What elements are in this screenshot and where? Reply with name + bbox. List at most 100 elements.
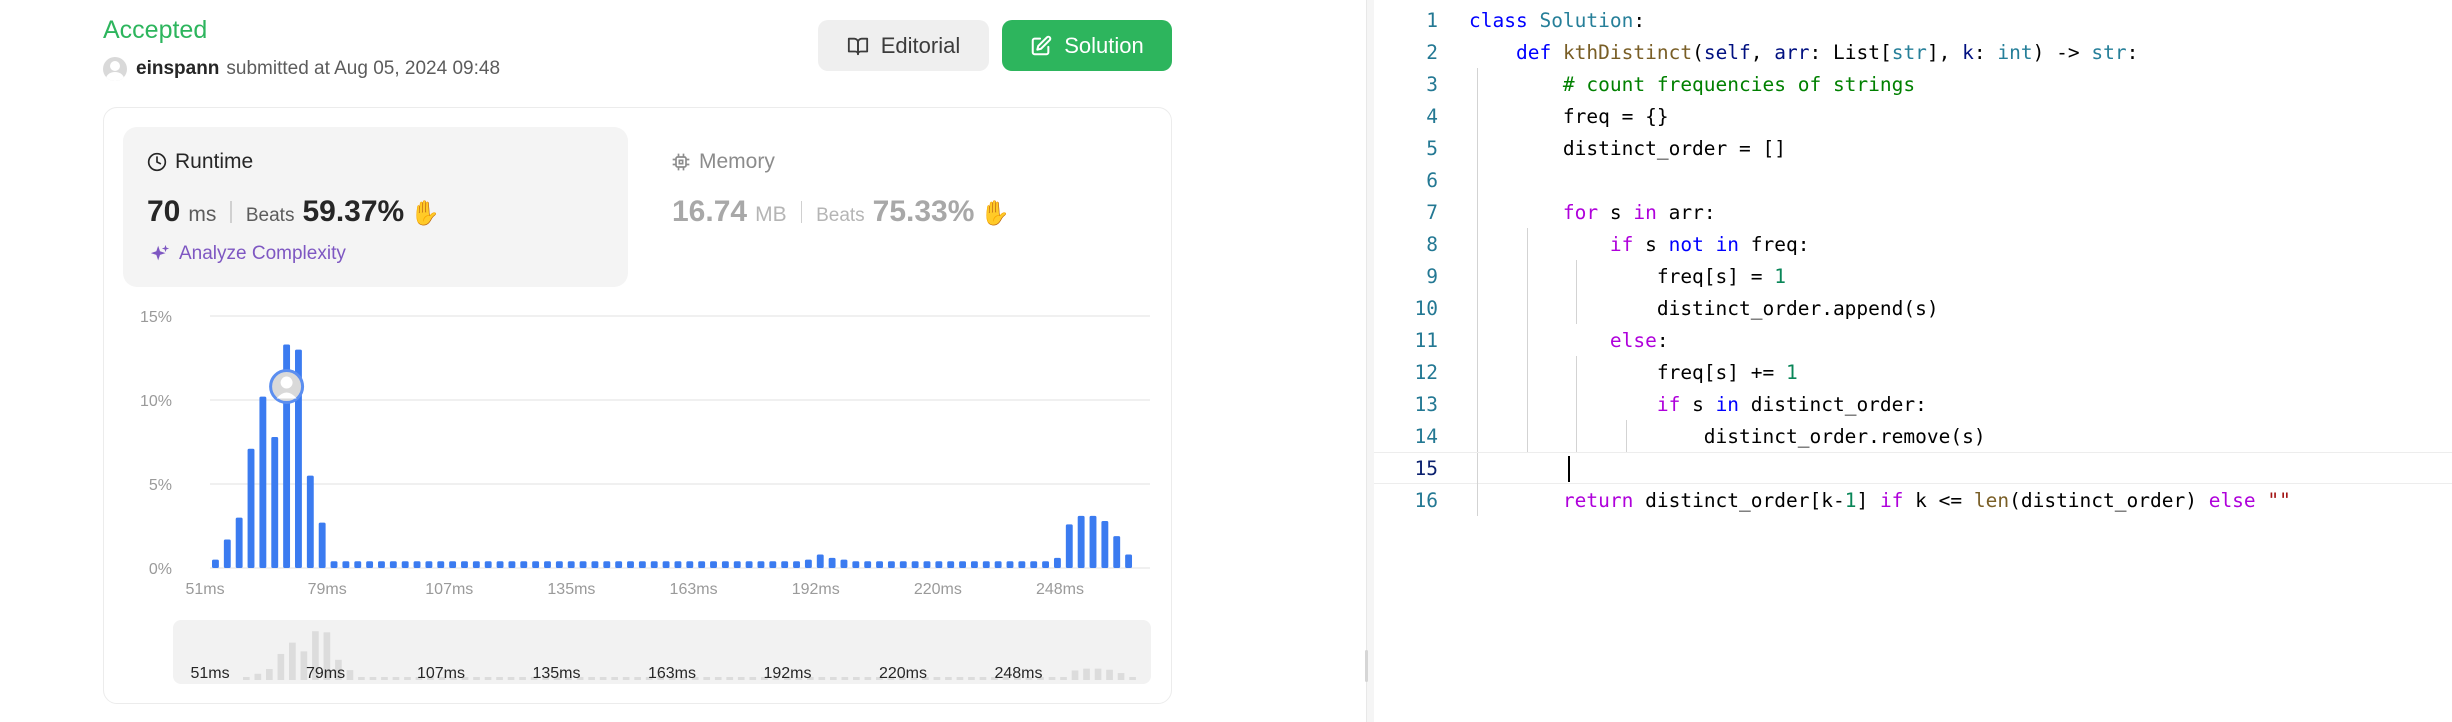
y-tick-label: 0% [149, 561, 172, 578]
code-text: freq[s] += 1 [1469, 361, 1798, 384]
minimap-bar [266, 669, 273, 680]
code-text: if s not in freq: [1469, 233, 1810, 256]
analyze-complexity-link[interactable]: Analyze Complexity [149, 243, 346, 265]
histogram-bar [864, 561, 872, 568]
code-token: ) -> [2032, 40, 2092, 64]
histogram-bar [603, 561, 611, 568]
book-icon [847, 37, 868, 55]
editorial-label: Editorial [880, 32, 961, 58]
histogram-bar [366, 561, 374, 568]
histogram-bar [567, 561, 575, 568]
code-line[interactable]: 11 else: [1374, 324, 2452, 356]
code-text: return distinct_order[k-1] if k <= len(d… [1469, 489, 2291, 512]
code-token: k [1962, 40, 1974, 64]
minimap-bar [829, 677, 837, 680]
minimap-bar [864, 677, 872, 680]
histogram-bar [698, 561, 706, 568]
histogram-bar [638, 561, 646, 568]
histogram-bar [579, 561, 587, 568]
avatar[interactable] [103, 57, 127, 81]
histogram-bar [1042, 561, 1050, 568]
chart-range-slider[interactable]: 51ms 79ms 107ms 135ms 163ms 192ms 220ms 248ms [173, 620, 1151, 684]
code-line[interactable]: 10 distinct_order.append(s) [1374, 292, 2452, 324]
minimap-bar [956, 677, 964, 680]
solution-button[interactable]: Solution [1002, 20, 1172, 71]
memory-value: 16.74 [672, 195, 748, 228]
histogram-bar [840, 559, 848, 568]
code-line[interactable]: 14 distinct_order.remove(s) [1374, 420, 2452, 452]
code-line[interactable]: 6 [1374, 164, 2452, 196]
histogram-bar [378, 561, 385, 568]
code-line[interactable]: 12 freq[s] += 1 [1374, 356, 2452, 388]
histogram-bar [508, 561, 516, 568]
runtime-distribution-chart[interactable]: 0% 5% 10% 15% 51ms 79ms 107ms 135ms 163ms 192ms 22… [120, 300, 1170, 600]
code-line[interactable]: 15 [1374, 452, 2452, 485]
code-line[interactable]: 5 distinct_order = [] [1374, 132, 2452, 164]
minimap-bar [277, 653, 285, 680]
histogram-bar [472, 561, 480, 568]
code-text: if s in distinct_order: [1469, 393, 1927, 416]
minimap-bar [1083, 668, 1090, 680]
code-token: self [1703, 40, 1751, 64]
editorial-button[interactable]: Editorial [818, 20, 989, 71]
line-number: 12 [1414, 360, 1438, 384]
code-editor[interactable]: 1 class Solution: 2 def kthDistinct(self, … [1374, 0, 2452, 722]
code-token: distinct_order = [] [1469, 136, 1786, 160]
code-text: freq = {} [1469, 105, 1669, 128]
histogram-bar [650, 561, 658, 568]
code-line[interactable]: 3 # count frequencies of strings [1374, 68, 2452, 100]
minimap-tick-label: 192ms [763, 665, 811, 682]
code-line[interactable]: 7 for s in arr: [1374, 196, 2452, 228]
code-token: distinct_order: [1739, 392, 1927, 416]
histogram-bar [520, 561, 528, 568]
code-token: s [1680, 392, 1716, 416]
sparkle-icon [150, 244, 170, 261]
histogram-bar [354, 561, 362, 568]
y-tick-label: 15% [140, 309, 172, 326]
x-tick-label: 220ms [914, 581, 962, 598]
username-link[interactable]: einspann [136, 58, 219, 80]
stat-divider [230, 201, 232, 223]
histogram-bar [710, 561, 717, 568]
code-line[interactable]: 2 def kthDistinct(self, arr: List[str], … [1374, 36, 2452, 68]
code-line[interactable]: 8 if s not in freq: [1374, 228, 2452, 260]
code-token: ( [1692, 40, 1704, 64]
memory-stats: 16.74 MB Beats 75.33% ✋ [672, 195, 1010, 229]
code-token: in [1715, 392, 1740, 416]
memory-title[interactable]: Memory [671, 150, 775, 174]
minimap-bar [714, 677, 722, 680]
code-token: if [1656, 392, 1681, 416]
histogram-bar [899, 561, 907, 568]
clock-icon [147, 152, 167, 172]
code-token: (distinct_order) [2009, 488, 2209, 512]
histogram-bar [721, 561, 729, 568]
submission-meta: einspann submitted at Aug 05, 2024 09:48 [103, 56, 500, 82]
x-tick-label: 135ms [547, 581, 595, 598]
runtime-stats: 70 ms Beats 59.37% ✋ [147, 195, 440, 229]
runtime-title-label: Runtime [175, 150, 254, 173]
minimap-bar [979, 677, 987, 680]
resize-handle[interactable] [1365, 650, 1368, 682]
histogram-bar [828, 557, 836, 568]
code-text [1469, 457, 1563, 480]
code-token: s [1598, 200, 1634, 224]
code-line[interactable]: 1 class Solution: [1374, 4, 2452, 36]
code-token: s [1633, 232, 1669, 256]
minimap-tick-label: 248ms [994, 665, 1042, 682]
code-line[interactable]: 13 if s in distinct_order: [1374, 388, 2452, 420]
x-tick-label: 163ms [670, 581, 718, 598]
panel-divider[interactable] [1366, 0, 1374, 722]
minimap-bar [818, 677, 826, 680]
minimap-bar [507, 677, 515, 680]
code-token: "" [2267, 488, 2291, 512]
code-token: str [2091, 40, 2127, 64]
code-line[interactable]: 16 return distinct_order[k-1] if k <= le… [1374, 484, 2452, 516]
histogram-bar [1101, 520, 1109, 568]
code-line[interactable]: 9 freq[s] = 1 [1374, 260, 2452, 292]
code-line[interactable]: 4 freq = {} [1374, 100, 2452, 132]
histogram-bar [876, 561, 883, 568]
